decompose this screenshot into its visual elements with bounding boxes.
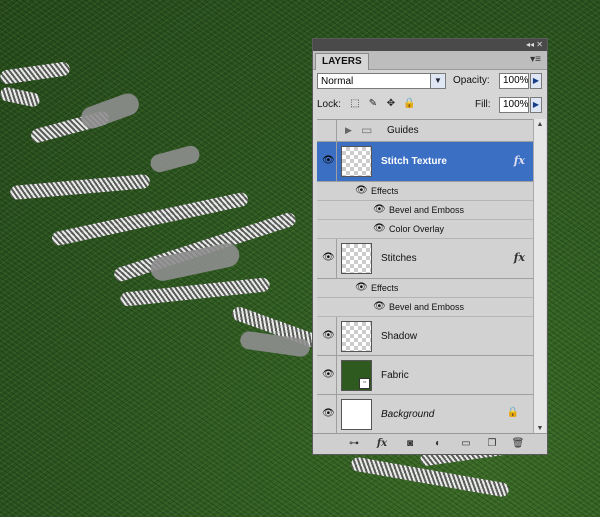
stitch-stroke	[9, 173, 151, 201]
new-group-icon[interactable]: ▭	[459, 438, 473, 450]
opacity-label: Opacity:	[453, 75, 490, 86]
layer-row-fabric[interactable]: 👁 ▫ Fabric	[317, 356, 533, 395]
layer-row-background[interactable]: 👁 Background 🔒	[317, 395, 533, 434]
letter-shape	[148, 143, 202, 175]
eye-icon[interactable]: 👁	[373, 301, 386, 312]
effects-row[interactable]: 👁 Effects	[317, 182, 533, 201]
layers-list: ▶ ▭ Guides 👁 Stitch Texture fx 👁 Effects…	[317, 119, 533, 436]
effects-row[interactable]: 👁 Effects	[317, 279, 533, 298]
visibility-toggle[interactable]: 👁	[317, 317, 337, 355]
chevron-down-icon[interactable]: ▼	[430, 74, 445, 88]
scroll-up-icon[interactable]: ▲	[534, 119, 546, 131]
layer-thumbnail[interactable]	[341, 399, 372, 430]
fill-label: Fill:	[475, 99, 491, 110]
layer-row-shadow[interactable]: 👁 Shadow	[317, 317, 533, 356]
folder-icon: ▭	[361, 123, 373, 137]
effects-label: Effects	[371, 283, 399, 293]
layer-row-stitches[interactable]: 👁 Stitches fx	[317, 239, 533, 279]
eye-icon: 👁	[322, 369, 335, 380]
visibility-toggle[interactable]: 👁	[317, 356, 337, 394]
layer-name: Fabric	[381, 370, 409, 381]
layer-name: Shadow	[381, 331, 418, 342]
effect-row[interactable]: 👁 Bevel and Emboss	[317, 201, 533, 220]
layer-name: Background	[381, 409, 435, 420]
stitch-stroke	[0, 85, 42, 109]
panel-titlebar[interactable]: ◂◂ ✕	[313, 39, 547, 51]
layer-thumbnail[interactable]: ▫	[341, 360, 372, 391]
fill-field[interactable]: 100%	[499, 97, 529, 113]
lock-position-icon[interactable]: ✥	[385, 98, 397, 110]
blend-opacity-row: Normal ▼ Opacity: 100% ▶	[317, 73, 545, 91]
fx-icon[interactable]: fx	[514, 251, 525, 264]
layer-name: Stitches	[381, 253, 417, 264]
visibility-toggle-empty[interactable]	[317, 120, 337, 141]
eye-icon[interactable]: 👁	[373, 204, 386, 215]
eye-icon: 👁	[322, 252, 335, 263]
stitch-stroke	[119, 277, 271, 307]
layer-name: Stitch Texture	[381, 156, 447, 167]
layer-thumbnail[interactable]	[341, 243, 372, 274]
add-mask-icon[interactable]: ◙	[403, 438, 417, 450]
layer-row-guides[interactable]: ▶ ▭ Guides	[317, 120, 533, 142]
tab-layers[interactable]: LAYERS	[315, 53, 369, 70]
panel-menu-icon[interactable]: ▾≡	[530, 55, 541, 65]
effect-name: Bevel and Emboss	[389, 205, 465, 215]
lock-transparent-icon[interactable]: ⬚	[349, 98, 361, 110]
trash-icon[interactable]: 🗑	[511, 438, 525, 450]
panel-tab-row: LAYERS ▾≡	[313, 51, 547, 70]
fill-slider-button[interactable]: ▶	[530, 97, 542, 113]
layer-name: Guides	[387, 125, 419, 136]
lock-label: Lock:	[317, 99, 341, 110]
layer-thumbnail[interactable]	[341, 146, 372, 177]
eye-icon: 👁	[322, 408, 335, 419]
adjustment-layer-icon[interactable]: ◐	[431, 438, 445, 450]
letter-shape	[78, 90, 142, 132]
layers-panel: ◂◂ ✕ LAYERS ▾≡ Normal ▼ Opacity: 100% ▶ …	[312, 38, 548, 455]
panel-bottom-toolbar: ⊶ fx ◙ ◐ ▭ ❐ 🗑	[313, 433, 547, 454]
blend-mode-value: Normal	[321, 76, 354, 87]
smart-object-icon: ▫	[359, 378, 370, 389]
link-icon[interactable]: ⊶	[347, 438, 361, 450]
effect-name: Color Overlay	[389, 224, 445, 234]
eye-icon[interactable]: 👁	[373, 223, 386, 234]
lock-fill-row: Lock: ⬚ ✎ ✥ 🔒 Fill: 100% ▶	[317, 97, 545, 115]
opacity-field[interactable]: 100%	[499, 73, 529, 89]
lock-image-icon[interactable]: ✎	[367, 98, 379, 110]
fx-icon[interactable]: fx	[514, 154, 525, 167]
blend-mode-select[interactable]: Normal ▼	[317, 73, 446, 89]
eye-icon: 👁	[322, 330, 335, 341]
effects-label: Effects	[371, 186, 399, 196]
visibility-toggle[interactable]: 👁	[317, 395, 337, 433]
fx-menu-icon[interactable]: fx	[375, 438, 389, 450]
layer-row-stitch-texture[interactable]: 👁 Stitch Texture fx	[317, 142, 533, 182]
layer-thumbnail[interactable]	[341, 321, 372, 352]
effect-row[interactable]: 👁 Bevel and Emboss	[317, 298, 533, 317]
eye-icon[interactable]: 👁	[355, 282, 368, 293]
effect-row[interactable]: 👁 Color Overlay	[317, 220, 533, 239]
eye-icon: 👁	[322, 155, 335, 166]
collapse-close-controls[interactable]: ◂◂ ✕	[526, 40, 543, 50]
effect-name: Bevel and Emboss	[389, 302, 465, 312]
lock-icon: 🔒	[506, 407, 519, 418]
lock-all-icon[interactable]: 🔒	[403, 98, 415, 110]
expand-triangle-icon[interactable]: ▶	[345, 125, 352, 136]
visibility-toggle[interactable]: 👁	[317, 142, 337, 181]
new-layer-icon[interactable]: ❐	[485, 438, 499, 450]
opacity-slider-button[interactable]: ▶	[530, 73, 542, 89]
stitch-stroke	[0, 61, 71, 85]
eye-icon[interactable]: 👁	[355, 185, 368, 196]
layers-scrollbar[interactable]: ▲ ▼	[533, 119, 546, 435]
visibility-toggle[interactable]: 👁	[317, 239, 337, 278]
